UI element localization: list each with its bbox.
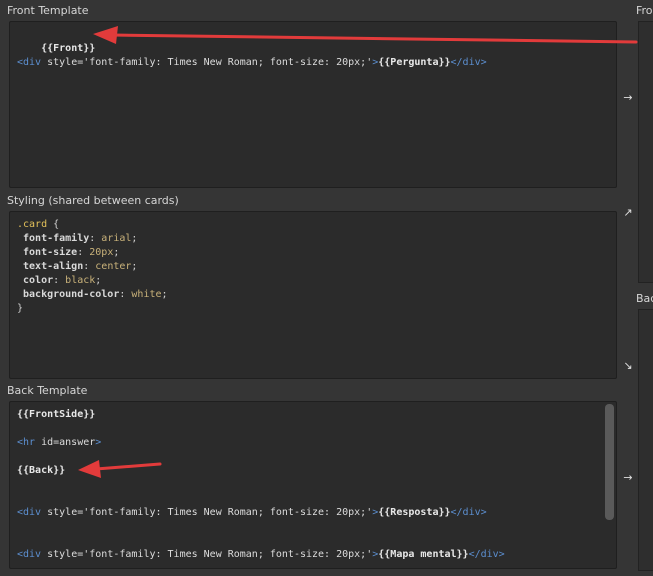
styling-arrow-down-button[interactable]: ↘ (619, 356, 637, 376)
css-value: black (59, 275, 96, 286)
html-tag: <div (17, 57, 42, 68)
code-line: <div style='font-family: Times New Roman… (17, 548, 505, 562)
mapa-mental-field-token: {{Mapa mental}} (378, 549, 469, 560)
styling-editor[interactable]: .card { font-family: arial; font-size: 2… (9, 211, 617, 379)
front-template-arrow-button[interactable]: → (619, 88, 637, 108)
code-line: {{FrontSide}} (17, 408, 95, 422)
code-line: background-color: white; (17, 288, 168, 302)
html-attr: id=answer (35, 437, 96, 448)
pergunta-field-token: {{Pergunta}} (378, 57, 451, 68)
code-line: color: black; (17, 274, 101, 288)
resposta-field-token: {{Resposta}} (378, 507, 451, 518)
html-tag: </div> (450, 57, 487, 68)
code-line: .card { (17, 218, 59, 232)
html-tag: </div> (450, 507, 487, 518)
css-property: color (17, 275, 54, 286)
scrollbar-thumb[interactable] (605, 404, 614, 520)
css-selector: .card (17, 219, 48, 230)
code-line: text-align: center; (17, 260, 137, 274)
css-semicolon: ; (161, 289, 168, 300)
preview-column: Fro → ↗ ↘ Bac → (617, 0, 653, 576)
back-template-editor[interactable]: {{FrontSide}} <hr id=answer> {{Back}} <d… (9, 401, 617, 569)
css-semicolon: ; (131, 233, 138, 244)
front-template-label: Front Template (7, 4, 89, 17)
css-property: background-color (17, 289, 120, 300)
css-value: 20px (83, 247, 114, 258)
styling-label: Styling (shared between cards) (7, 194, 179, 207)
back-template-arrow-button[interactable]: → (619, 468, 637, 488)
css-value: white (125, 289, 162, 300)
back-template-label: Back Template (7, 384, 88, 397)
code-line: font-size: 20px; (17, 246, 119, 260)
code-line: <div style='font-family: Times New Roman… (17, 506, 487, 520)
back-preview-pane (638, 309, 653, 571)
code-line: <hr id=answer> (17, 436, 101, 450)
html-attr: style='font-family: Times New Roman; fon… (41, 57, 373, 68)
css-property: text-align (17, 261, 84, 272)
css-value: arial (95, 233, 132, 244)
html-tag: </div> (468, 549, 505, 560)
code-line: font-family: arial; (17, 232, 137, 246)
back-preview-label: Bac (636, 292, 653, 305)
code-line: } (17, 302, 23, 316)
css-semicolon: ; (131, 261, 138, 272)
html-tag: <div (17, 549, 42, 560)
html-attr: style='font-family: Times New Roman; fon… (41, 507, 373, 518)
css-brace: } (17, 303, 24, 314)
html-tag: > (95, 437, 102, 448)
html-attr: style='font-family: Times New Roman; fon… (41, 549, 373, 560)
html-tag: <div (17, 507, 42, 518)
css-semicolon: ; (95, 275, 102, 286)
front-template-editor[interactable]: {{Front}} <div style='font-family: Times… (9, 21, 617, 188)
styling-arrow-up-button[interactable]: ↗ (619, 203, 637, 223)
css-property: font-family (17, 233, 90, 244)
front-field-token: {{Front}} (41, 43, 96, 54)
html-tag: <hr (17, 437, 36, 448)
front-preview-label: Fro (636, 4, 653, 17)
back-editor-scrollbar[interactable] (605, 404, 614, 566)
css-property: font-size (17, 247, 78, 258)
css-value: center (89, 261, 132, 272)
code-line: {{Back}} (17, 464, 65, 478)
frontside-field-token: {{FrontSide}} (17, 409, 96, 420)
css-semicolon: ; (113, 247, 120, 258)
css-brace: { (47, 219, 60, 230)
code-line: <div style='font-family: Times New Roman… (17, 56, 487, 70)
front-preview-pane (638, 21, 653, 283)
back-field-token: {{Back}} (17, 465, 66, 476)
